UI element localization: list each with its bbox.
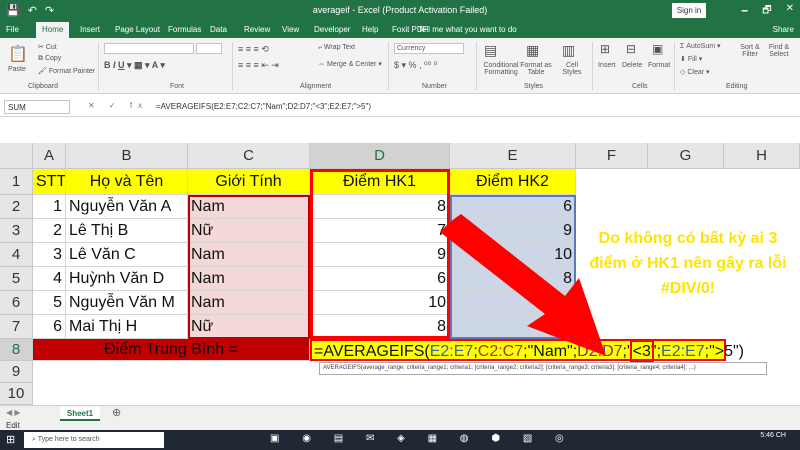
sheet-tab-sheet1[interactable]: Sheet1 bbox=[60, 407, 100, 421]
annotation-text: Do không có bất kỳ ai 3 điểm ở HK1 nên g… bbox=[589, 230, 787, 297]
sheet-nav-icons[interactable]: ◀ ▶ bbox=[6, 408, 21, 417]
windows-start-icon[interactable]: ⊞ bbox=[6, 433, 15, 446]
taskbar-search-text: Type here to search bbox=[37, 436, 100, 443]
taskbar-apps[interactable]: ▣ ◉ ▤ ✉ ◈ ▦ ◍ ⬢ ▧ ◎ bbox=[270, 433, 574, 444]
status-mode: Edit bbox=[6, 421, 20, 430]
taskbar: ⊞ ⌕ Type here to search ▣ ◉ ▤ ✉ ◈ ▦ ◍ ⬢ … bbox=[0, 430, 800, 450]
taskbar-search[interactable]: ⌕ Type here to search bbox=[24, 432, 164, 448]
taskbar-clock: 5:46 CH bbox=[760, 432, 786, 439]
add-sheet-button[interactable]: ⊕ bbox=[112, 406, 121, 419]
status-bar: ◀ ▶ Sheet1 ⊕ Edit bbox=[0, 405, 800, 430]
annotation-arrow bbox=[440, 214, 606, 356]
